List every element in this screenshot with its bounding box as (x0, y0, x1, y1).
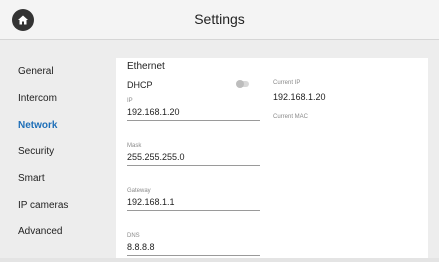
ip-field[interactable]: IP 192.168.1.20 (127, 98, 260, 121)
ip-field-value[interactable]: 192.168.1.20 (127, 107, 260, 121)
current-ip-info: Current IP 192.168.1.20 (273, 80, 326, 102)
mask-field-value[interactable]: 255.255.255.0 (127, 152, 260, 166)
dhcp-toggle[interactable] (236, 80, 249, 88)
dns-field-value[interactable]: 8.8.8.8 (127, 242, 260, 256)
current-mac-label: Current MAC (273, 114, 309, 120)
gateway-field-label: Gateway (127, 188, 151, 194)
top-bar: Settings (0, 0, 439, 40)
gateway-field[interactable]: Gateway 192.168.1.1 (127, 188, 260, 211)
sidebar-item-general[interactable]: General (18, 66, 54, 77)
sidebar-item-network[interactable]: Network (18, 120, 57, 131)
section-title-ethernet: Ethernet (127, 61, 165, 72)
mask-field[interactable]: Mask 255.255.255.0 (127, 143, 260, 166)
page-title: Settings (194, 11, 245, 27)
toggle-knob (236, 80, 244, 88)
sidebar-item-intercom[interactable]: Intercom (18, 93, 57, 104)
ip-field-label: IP (127, 98, 133, 104)
current-ip-label: Current IP (273, 80, 301, 86)
sidebar-item-smart[interactable]: Smart (18, 173, 45, 184)
mask-field-label: Mask (127, 143, 142, 149)
gateway-field-value[interactable]: 192.168.1.1 (127, 197, 260, 211)
current-ip-value: 192.168.1.20 (273, 92, 326, 102)
dhcp-label: DHCP (127, 80, 153, 90)
bottom-border (0, 258, 439, 262)
network-settings-panel: Ethernet DHCP IP 192.168.1.20 Mask 255.2… (116, 58, 428, 258)
sidebar-item-advanced[interactable]: Advanced (18, 226, 62, 237)
dns-field[interactable]: DNS 8.8.8.8 (127, 233, 260, 256)
current-mac-info: Current MAC (273, 114, 308, 126)
sidebar-item-ip-cameras[interactable]: IP cameras (18, 200, 68, 211)
sidebar-item-security[interactable]: Security (18, 146, 54, 157)
dns-field-label: DNS (127, 233, 140, 239)
